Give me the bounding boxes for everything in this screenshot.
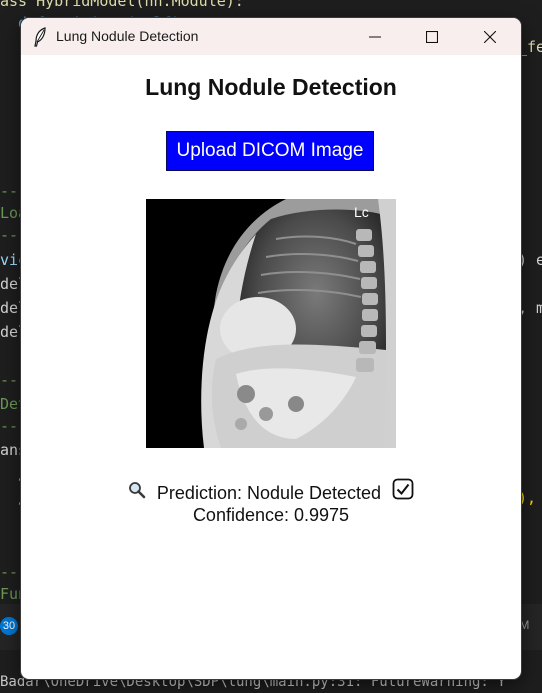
- title-bar[interactable]: Lung Nodule Detection: [21, 18, 521, 55]
- code-fragment: ) e: [518, 251, 542, 269]
- maximize-icon: [426, 30, 438, 43]
- minimize-icon: [369, 35, 381, 38]
- close-button[interactable]: [467, 18, 513, 55]
- code-fragment: _fe: [518, 38, 542, 56]
- minimize-button[interactable]: [352, 18, 398, 55]
- window-title: Lung Nodule Detection: [56, 28, 199, 44]
- xray-marker-text: Lc: [354, 204, 369, 220]
- close-icon: [484, 30, 496, 43]
- code-fragment: , m: [518, 299, 542, 317]
- xray-image: Lc: [146, 199, 396, 448]
- maximize-button[interactable]: [409, 18, 455, 55]
- page-title: Lung Nodule Detection: [145, 74, 397, 100]
- upload-dicom-button[interactable]: Upload DICOM Image: [166, 131, 374, 171]
- problems-count-badge[interactable]: 30: [0, 617, 18, 635]
- feather-icon: [33, 27, 47, 47]
- code-line: ass HybridModel(nn.Module):: [0, 0, 244, 10]
- app-window: Lung Nodule Detection Lung Nodule Detect…: [21, 18, 521, 679]
- confidence-text: Confidence: 0.9975: [192, 505, 350, 525]
